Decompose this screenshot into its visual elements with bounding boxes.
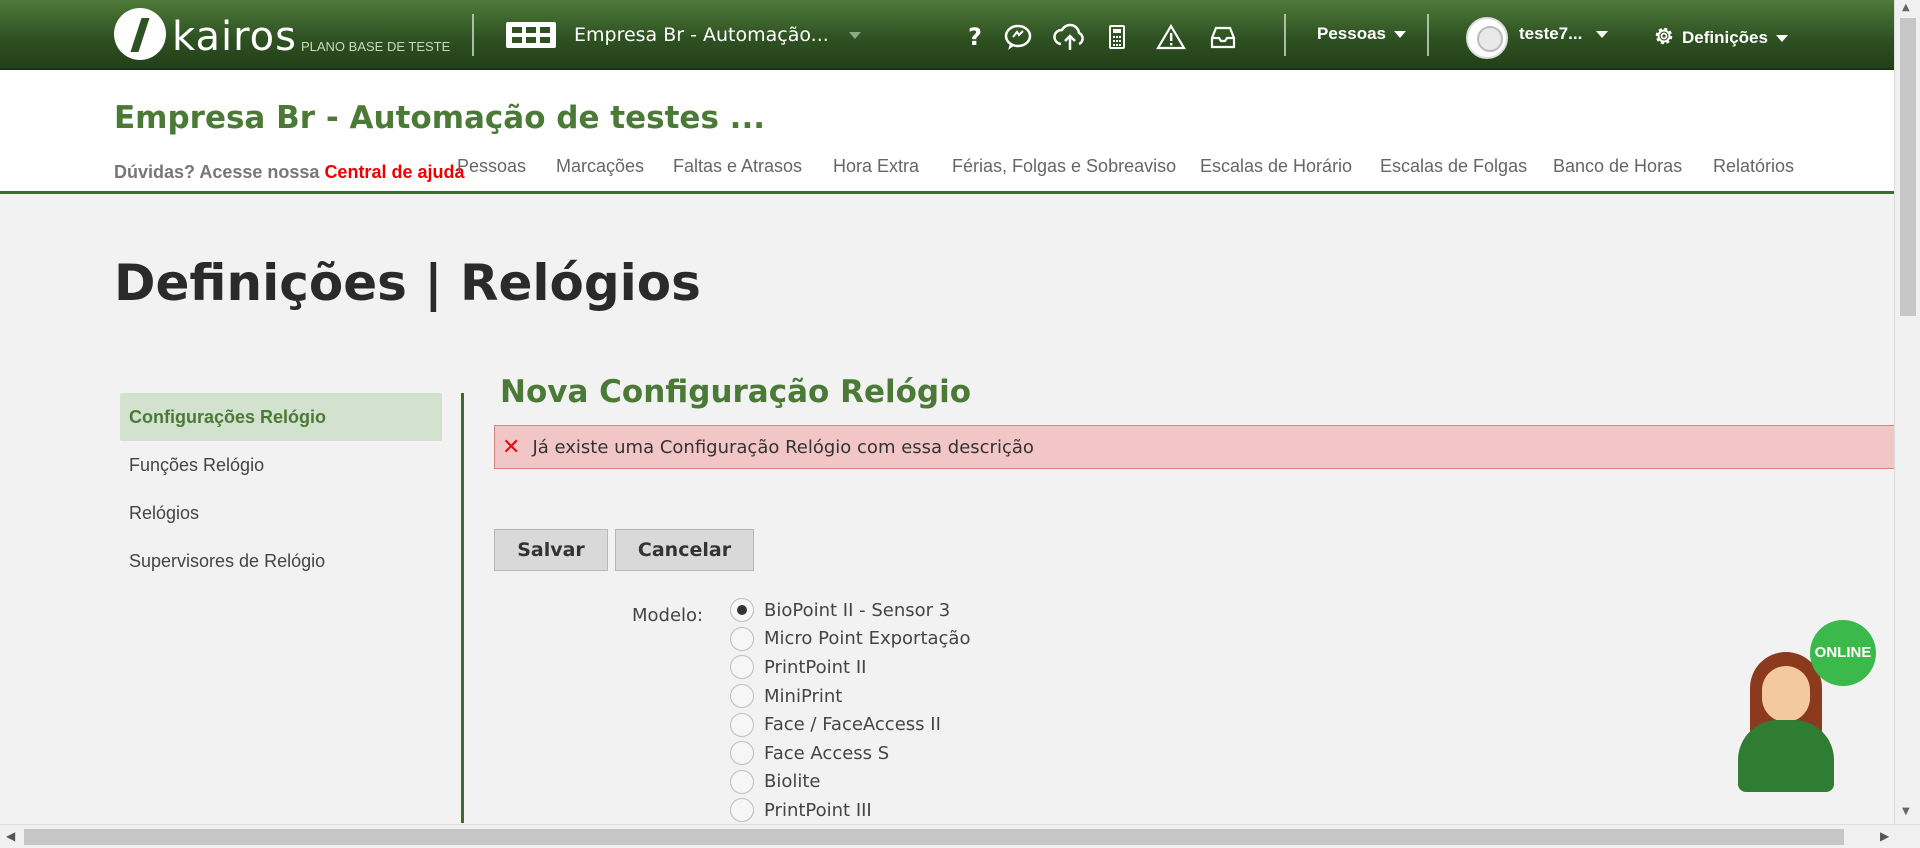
model-option[interactable]: Biolite xyxy=(730,768,970,797)
sidebar-item-configuracoes-relogio[interactable]: Configurações Relógio xyxy=(120,393,442,441)
company-selector-label: Empresa Br - Automação... xyxy=(574,24,829,46)
help-center-link[interactable]: Central de ajuda xyxy=(324,162,464,182)
nav-hora-extra[interactable]: Hora Extra xyxy=(833,156,919,177)
agent-body xyxy=(1738,720,1834,792)
radio[interactable] xyxy=(730,626,754,651)
company-selector[interactable]: Empresa Br - Automação... xyxy=(506,22,861,48)
avatar[interactable] xyxy=(1466,17,1508,59)
model-option-label: BioPoint II - Sensor 3 xyxy=(764,599,951,621)
divider xyxy=(1284,14,1286,56)
model-option-label: Micro Point Exportação xyxy=(764,628,971,650)
calculator-icon[interactable] xyxy=(1102,22,1132,52)
model-option-label: PrintPoint II xyxy=(764,656,867,678)
help-icon[interactable]: ? xyxy=(960,22,990,52)
model-option-label: PrintPoint III xyxy=(764,799,872,821)
company-grid-icon xyxy=(506,22,556,48)
nav-escalas-folgas[interactable]: Escalas de Folgas xyxy=(1380,156,1527,177)
settings-menu-label: Definições xyxy=(1682,28,1768,47)
radio[interactable] xyxy=(730,712,754,737)
sidebar-item-relogios[interactable]: Relógios xyxy=(120,489,442,537)
chevron-down-icon xyxy=(1775,35,1788,43)
model-radio-group: BioPoint II - Sensor 3 Micro Point Expor… xyxy=(730,596,970,825)
model-label: Modelo: xyxy=(632,605,704,626)
nav-pessoas[interactable]: Pessoas xyxy=(457,156,526,177)
page-title: Definições | Relógios xyxy=(114,254,701,312)
vertical-scrollbar[interactable]: ▲ ▼ xyxy=(1894,0,1920,824)
help-text: Dúvidas? Acesse nossa Central de ajuda xyxy=(114,162,464,183)
cloud-upload-icon[interactable] xyxy=(1052,22,1088,52)
model-option-label: Face Access S xyxy=(764,742,890,764)
scroll-up-icon[interactable]: ▲ xyxy=(1902,2,1910,13)
scroll-right-icon[interactable]: ▶ xyxy=(1880,829,1889,843)
pessoas-menu-label: Pessoas xyxy=(1317,24,1386,43)
radio[interactable] xyxy=(730,684,754,709)
top-bar: kairos PLANO BASE DE TESTE Empresa Br - … xyxy=(0,0,1894,70)
model-option[interactable]: Micro Point Exportação xyxy=(730,625,970,654)
divider xyxy=(1427,14,1429,56)
warning-icon[interactable] xyxy=(1156,22,1186,52)
settings-menu[interactable]: Definições xyxy=(1652,24,1788,48)
company-title: Empresa Br - Automação de testes ... xyxy=(114,100,766,136)
section-divider xyxy=(461,393,464,823)
inbox-icon[interactable] xyxy=(1208,22,1238,52)
radio-selected[interactable] xyxy=(730,598,754,623)
radio[interactable] xyxy=(730,769,754,794)
scroll-down-icon[interactable]: ▼ xyxy=(1902,806,1910,817)
model-option-label: Face / FaceAccess II xyxy=(764,714,941,736)
cancel-button[interactable]: Cancelar xyxy=(615,529,754,571)
logo-text: kairos xyxy=(172,14,297,60)
error-message: Já existe uma Configuração Relógio com e… xyxy=(532,436,1034,458)
nav-faltas-atrasos[interactable]: Faltas e Atrasos xyxy=(673,156,802,177)
logo-plan-label: PLANO BASE DE TESTE xyxy=(300,39,451,54)
model-option[interactable]: PrintPoint III xyxy=(730,796,970,825)
sidebar-item-funcoes-relogio[interactable]: Funções Relógio xyxy=(120,441,442,489)
radio[interactable] xyxy=(730,741,754,766)
model-option-label: Biolite xyxy=(764,771,821,793)
model-option[interactable]: MiniPrint xyxy=(730,682,970,711)
model-option-label: MiniPrint xyxy=(764,685,843,707)
nav-relatorios[interactable]: Relatórios xyxy=(1713,156,1794,177)
user-menu-label: teste7... xyxy=(1519,24,1583,43)
nav-ferias-folgas[interactable]: Férias, Folgas e Sobreaviso xyxy=(952,156,1176,177)
model-option[interactable]: PrintPoint II xyxy=(730,653,970,682)
error-alert: ✕ Já existe uma Configuração Relógio com… xyxy=(494,425,1896,469)
radio[interactable] xyxy=(730,655,754,680)
model-option[interactable]: BioPoint II - Sensor 3 xyxy=(730,596,970,625)
settings-sidebar: Configurações Relógio Funções Relógio Re… xyxy=(120,393,442,585)
gear-icon xyxy=(1655,27,1673,45)
nav-banco-horas[interactable]: Banco de Horas xyxy=(1553,156,1682,177)
user-menu[interactable]: teste7... xyxy=(1519,24,1609,44)
error-close-icon[interactable]: ✕ xyxy=(502,435,520,460)
online-badge: ONLINE xyxy=(1810,620,1876,686)
scroll-left-icon[interactable]: ◀ xyxy=(6,829,15,843)
horizontal-scroll-thumb[interactable] xyxy=(24,829,1844,845)
model-option[interactable]: Face Access S xyxy=(730,739,970,768)
horizontal-scrollbar[interactable]: ◀ ▶ xyxy=(0,824,1920,848)
help-prefix: Dúvidas? Acesse nossa xyxy=(114,162,325,182)
save-button[interactable]: Salvar xyxy=(494,529,608,571)
pessoas-menu[interactable]: Pessoas xyxy=(1317,24,1406,44)
nav-marcacoes[interactable]: Marcações xyxy=(556,156,644,177)
model-option[interactable]: Face / FaceAccess II xyxy=(730,710,970,739)
company-header: Empresa Br - Automação de testes ... Dúv… xyxy=(0,70,1894,194)
vertical-scroll-thumb[interactable] xyxy=(1900,18,1916,316)
chevron-down-icon xyxy=(848,31,861,39)
chevron-down-icon xyxy=(1596,31,1609,39)
chat-support-icon[interactable] xyxy=(1003,22,1033,52)
section-title: Nova Configuração Relógio xyxy=(500,374,972,410)
online-support-widget[interactable]: ONLINE xyxy=(1736,620,1876,795)
kairos-logo[interactable]: kairos PLANO BASE DE TESTE xyxy=(114,8,450,60)
sidebar-item-supervisores-relogio[interactable]: Supervisores de Relógio xyxy=(120,537,442,585)
radio[interactable] xyxy=(730,798,754,823)
divider xyxy=(472,14,474,56)
agent-face xyxy=(1762,666,1810,722)
logo-mark-icon xyxy=(114,8,166,60)
chevron-down-icon xyxy=(1394,31,1406,39)
nav-escalas-horario[interactable]: Escalas de Horário xyxy=(1200,156,1352,177)
